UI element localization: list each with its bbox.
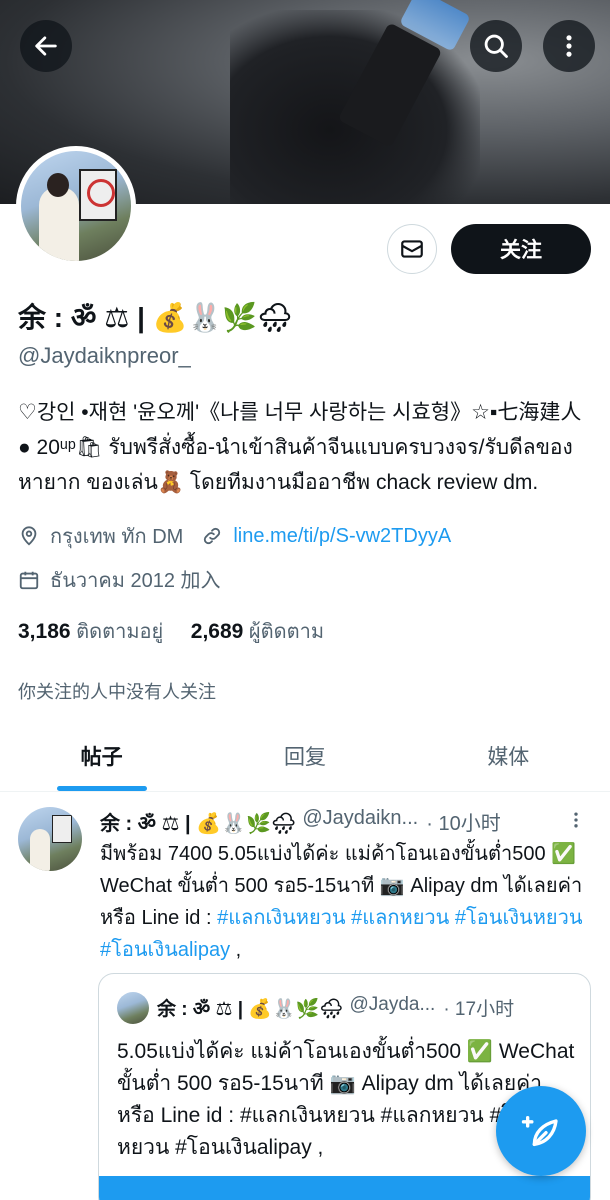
profile-bio: ♡강인 •재현 '윤오께'《나를 너무 사랑하는 시효형》☆▪七海建人 ● 20… [18, 401, 582, 494]
search-icon [484, 34, 508, 58]
avatar-head [47, 173, 69, 197]
hashtag-link[interactable]: #แลกหยวน [351, 907, 449, 929]
following-stat[interactable]: 3,186 ติดตามอยู่ [18, 620, 164, 643]
follow-button[interactable]: 关注 [451, 224, 591, 274]
active-tab-indicator [57, 786, 147, 791]
arrow-left-icon [35, 36, 57, 56]
location-link-row: กรุงเทพ ทัก DM line.me/ti/p/S-vw2TDyyA [18, 520, 451, 552]
link-icon [201, 525, 223, 547]
more-vertical-icon [574, 812, 578, 828]
tweet-tail: , [230, 939, 242, 961]
quote-author-name: 余 : ॐ ⚖ | 💰🐰🌿🌧 [157, 999, 344, 1020]
location-text: กรุงเทพ ทัก DM [50, 526, 184, 548]
envelope-icon [401, 240, 423, 258]
avatar-person [39, 187, 79, 261]
tweet-text: มีพร้อม 7400 5.05แบ่งได้ค่ะ แม่ค้าโอนเอง… [100, 838, 595, 966]
joined-text: ธันวาคม 2012 加入 [50, 570, 221, 592]
tab-replies[interactable]: 回复 [203, 720, 406, 791]
compose-feather-icon [521, 1116, 558, 1146]
location-pin-icon [18, 525, 40, 547]
quote-timestamp: · 17小时 [443, 999, 515, 1020]
calendar-icon [18, 569, 40, 591]
tweet-avatar[interactable] [18, 807, 82, 871]
quote-media[interactable] [99, 1176, 590, 1200]
compose-button[interactable] [496, 1086, 586, 1176]
user-handle: @Jaydaiknpreor_ [18, 343, 191, 368]
profile-link[interactable]: line.me/ti/p/S-vw2TDyyA [233, 525, 451, 548]
tweet-header: 余 : ॐ ⚖ | 💰🐰🌿🌧 @Jaydaikn... · 10小时 [100, 807, 560, 836]
quote-author-handle: @Jayda... [349, 994, 436, 1015]
search-button[interactable] [470, 20, 522, 72]
tweet-author-name[interactable]: 余 : ॐ ⚖ | 💰🐰🌿🌧 [100, 807, 296, 836]
follow-counts: 3,186 ติดตามอยู่ 2,689 ผู้ติดตาม [18, 615, 324, 647]
tab-posts[interactable]: 帖子 [0, 720, 203, 791]
more-options-button[interactable] [543, 20, 595, 72]
tweet-avatar-person [30, 829, 50, 871]
profile-tabs: 帖子 回复 媒体 [0, 720, 610, 792]
profile-avatar[interactable] [16, 146, 136, 266]
following-count: 3,186 [18, 620, 71, 643]
message-button[interactable] [387, 224, 437, 274]
mutual-followers-note: 你关注的人中没有人关注 [18, 682, 216, 702]
more-vertical-icon [566, 35, 572, 57]
following-label: ติดตามอยู่ [76, 621, 164, 643]
hashtag-link[interactable]: #โอนเงินหยวน [455, 907, 583, 929]
display-name: 余 : ॐ ⚖ | 💰🐰🌿🌧 [18, 302, 293, 333]
tweet-timestamp[interactable]: · 10小时 [426, 807, 500, 836]
tweet-more-button[interactable] [566, 809, 586, 837]
tweet-avatar-sign [52, 815, 72, 843]
joined-row: ธันวาคม 2012 加入 [18, 564, 221, 596]
tweet-author-handle[interactable]: @Jaydaikn... [302, 807, 418, 836]
hashtag-link[interactable]: #แลกเงินหยวน [217, 907, 345, 929]
avatar-sign [79, 169, 117, 221]
followers-stat[interactable]: 2,689 ผู้ติดตาม [190, 620, 325, 643]
tab-media[interactable]: 媒体 [407, 720, 610, 791]
quote-avatar [117, 992, 149, 1024]
followers-count: 2,689 [190, 620, 244, 643]
quote-header: 余 : ॐ ⚖ | 💰🐰🌿🌧 @Jayda... · 17小时 [157, 994, 577, 1021]
back-button[interactable] [20, 20, 72, 72]
hashtag-link[interactable]: #โอนเงินalipay [100, 939, 230, 961]
followers-label: ผู้ติดตาม [248, 621, 325, 643]
